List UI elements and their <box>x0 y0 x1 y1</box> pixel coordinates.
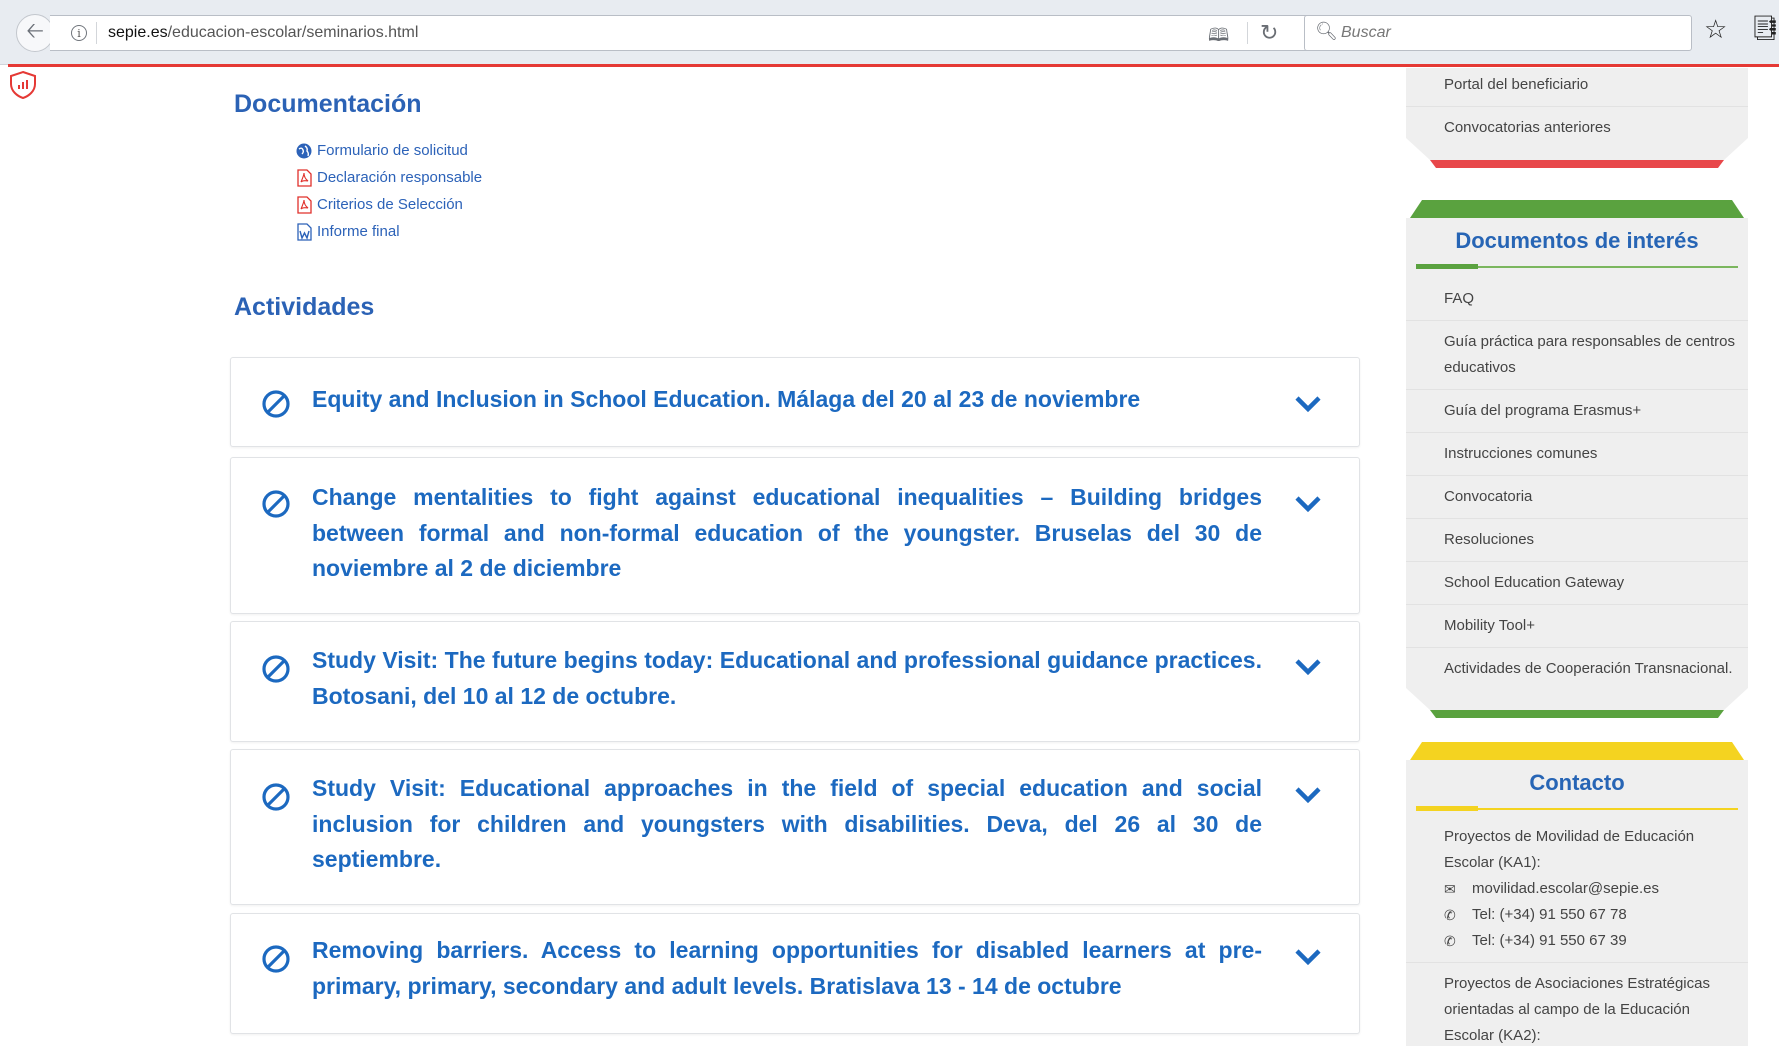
doc-link-criterios[interactable]: Criterios de Selección <box>317 196 463 213</box>
activity-title[interactable]: Study Visit: The future begins today: Ed… <box>312 643 1262 714</box>
contacto-tel2: Tel: (+34) 91 550 67 39 <box>1472 932 1627 949</box>
doc-link-item[interactable]: Informe final <box>295 218 482 245</box>
reader-view-icon[interactable]: 🕮 <box>1208 23 1229 53</box>
panel-bottom-band-green <box>1406 686 1748 718</box>
search-icon: 🔍︎ <box>1315 21 1338 41</box>
phone-icon: ✆ <box>1444 907 1456 923</box>
sidebar-link-portal[interactable]: Portal del beneficiario <box>1406 64 1748 107</box>
browser-toolbar: 🡠 i sepie.es/educacion-escolar/seminario… <box>0 0 1779 65</box>
search-placeholder: Buscar <box>1341 24 1391 41</box>
chevron-down-icon[interactable] <box>1294 785 1322 805</box>
sidebar-link-resoluciones[interactable]: Resoluciones <box>1406 519 1748 562</box>
doc-link-item[interactable]: Criterios de Selección <box>295 191 482 218</box>
sidebar-link-guia-practica[interactable]: Guía práctica para responsables de centr… <box>1406 321 1748 390</box>
doc-link-item[interactable]: Declaración responsable <box>295 164 482 191</box>
contacto-heading: Contacto <box>1529 770 1625 795</box>
info-icon[interactable]: i <box>71 25 87 41</box>
sidebar-link-faq[interactable]: FAQ <box>1406 278 1748 321</box>
back-arrow-icon[interactable]: 🡠 <box>16 14 54 52</box>
envelope-icon: ✉︎ <box>1444 881 1456 897</box>
sidebar-link-convocatoria[interactable]: Convocatoria <box>1406 476 1748 519</box>
heading-underline <box>1416 806 1738 811</box>
doc-link-item[interactable]: Formulario de solicitud <box>295 137 482 164</box>
contacto-tel-row: ✆ Tel: (+34) 91 550 67 39 <box>1406 928 1748 963</box>
contacto-tel-row: ✆ Tel: (+34) 91 550 67 78 <box>1406 902 1748 928</box>
actividades-heading: Actividades <box>234 293 375 321</box>
doc-link-informe[interactable]: Informe final <box>317 223 400 240</box>
sidebar-link-instrucciones[interactable]: Instrucciones comunes <box>1406 433 1748 476</box>
url-host: sepie.es <box>108 24 168 41</box>
ban-icon <box>262 945 290 973</box>
documentos-heading: Documentos de interés <box>1455 228 1699 253</box>
activity-accordion-item[interactable]: Study Visit: The future begins today: Ed… <box>230 621 1360 742</box>
pdf-icon <box>297 168 312 187</box>
url-text[interactable]: sepie.es/educacion-escolar/seminarios.ht… <box>108 24 418 42</box>
ban-icon <box>262 490 290 518</box>
activity-title[interactable]: Change mentalities to fight against educ… <box>312 480 1262 587</box>
doc-link-declaracion[interactable]: Declaración responsable <box>317 169 482 186</box>
ban-icon <box>262 655 290 683</box>
library-icon[interactable]: 📑︎ <box>1750 14 1779 43</box>
ban-icon <box>262 390 290 418</box>
sidebar-link-guia-erasmus[interactable]: Guía del programa Erasmus+ <box>1406 390 1748 433</box>
chevron-down-icon[interactable] <box>1294 947 1322 967</box>
contacto-email[interactable]: movilidad.escolar@sepie.es <box>1472 876 1659 902</box>
search-bar[interactable]: 🔍︎ Buscar <box>1304 15 1692 51</box>
documentos-panel: Documentos de interés FAQ Guía práctica … <box>1406 218 1748 703</box>
pdf-icon <box>297 195 312 214</box>
url-divider <box>1247 22 1248 44</box>
documentacion-list: Formulario de solicitud Declaración resp… <box>295 137 482 245</box>
activity-accordion-item[interactable]: Equity and Inclusion in School Education… <box>230 357 1360 447</box>
shield-icon[interactable] <box>8 70 38 100</box>
phone-icon: ✆ <box>1444 933 1456 949</box>
url-path: /educacion-escolar/seminarios.html <box>167 24 419 41</box>
chevron-down-icon[interactable] <box>1294 657 1322 677</box>
chevron-down-icon[interactable] <box>1294 394 1322 414</box>
heading-underline <box>1416 264 1738 269</box>
activity-accordion-item[interactable]: Removing barriers. Access to learning op… <box>230 913 1360 1034</box>
contacto-email-row: ✉︎ movilidad.escolar@sepie.es <box>1406 876 1748 902</box>
sidebar-panel-top: Portal del beneficiario Convocatorias an… <box>1406 68 1748 138</box>
activity-title[interactable]: Equity and Inclusion in School Education… <box>312 382 1262 418</box>
contacto-ka1-label: Proyectos de Movilidad de Educación Esco… <box>1444 828 1695 871</box>
bookmark-star-icon[interactable]: ☆ <box>1704 14 1727 45</box>
word-icon <box>297 222 312 241</box>
address-bar[interactable]: i sepie.es/educacion-escolar/seminarios.… <box>50 15 1323 51</box>
doc-link-formulario[interactable]: Formulario de solicitud <box>317 142 468 159</box>
contacto-panel: Contacto Proyectos de Movilidad de Educa… <box>1406 760 1748 1046</box>
activity-title[interactable]: Study Visit: Educational approaches in t… <box>312 771 1262 878</box>
url-divider <box>96 22 97 44</box>
documentos-list: FAQ Guía práctica para responsables de c… <box>1406 278 1748 716</box>
documentacion-heading: Documentación <box>234 90 422 118</box>
reload-icon[interactable]: ↻ <box>1260 20 1278 46</box>
activity-accordion-item[interactable]: Change mentalities to fight against educ… <box>230 457 1360 614</box>
globe-icon <box>296 143 312 158</box>
chevron-down-icon[interactable] <box>1294 494 1322 514</box>
ban-icon <box>262 783 290 811</box>
contacto-ka2-label: Proyectos de Asociaciones Estratégicas o… <box>1444 975 1710 1044</box>
activity-title[interactable]: Removing barriers. Access to learning op… <box>312 933 1262 1004</box>
panel-bottom-band-red <box>1406 136 1748 168</box>
sidebar-link-mobility-tool[interactable]: Mobility Tool+ <box>1406 605 1748 648</box>
activity-accordion-item[interactable]: Study Visit: Educational approaches in t… <box>230 749 1360 905</box>
contacto-tel1: Tel: (+34) 91 550 67 78 <box>1472 906 1627 923</box>
sidebar-link-school-gateway[interactable]: School Education Gateway <box>1406 562 1748 605</box>
